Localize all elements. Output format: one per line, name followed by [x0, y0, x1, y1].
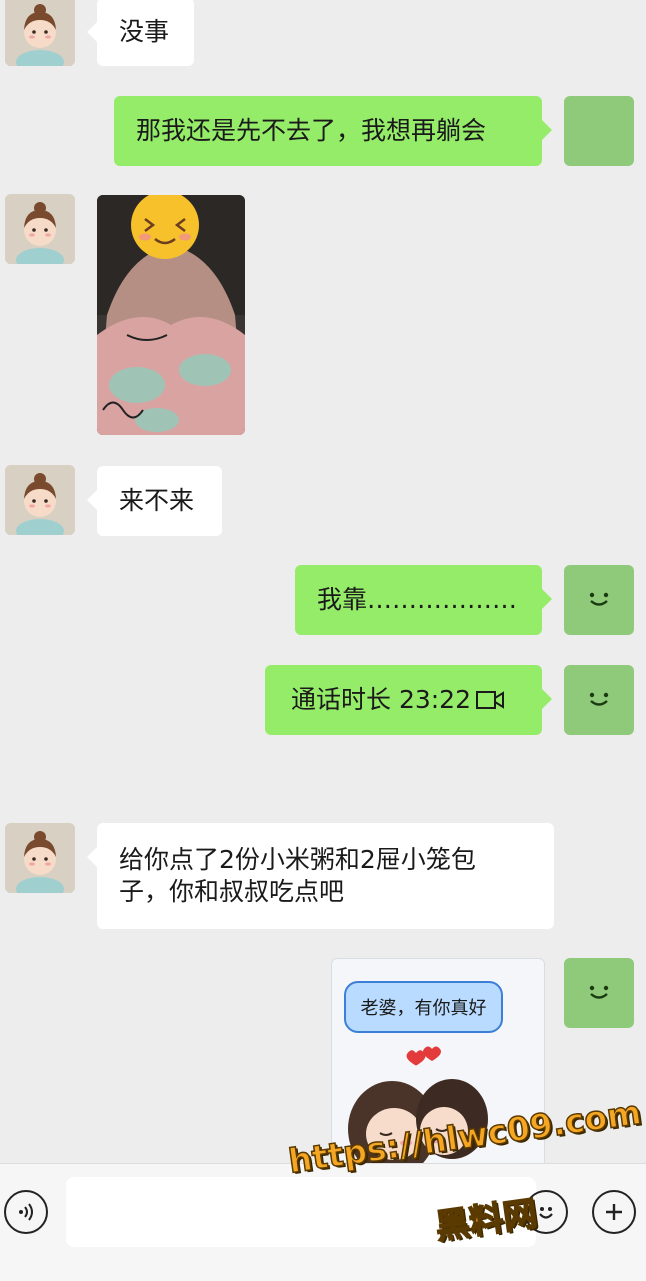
message-bubble[interactable]: 来不来 — [87, 466, 222, 536]
call-record-bubble[interactable]: 通话时长 23:22 — [265, 665, 552, 735]
message-bubble[interactable]: 那我还是先不去了，我想再躺会 — [114, 96, 552, 166]
message-text: 我靠……………… — [317, 584, 518, 614]
message-text: 来不来 — [119, 485, 195, 515]
voice-icon[interactable] — [4, 1190, 48, 1234]
smile-icon — [589, 985, 609, 999]
photo-message[interactable] — [97, 195, 245, 435]
message-text: 没事 — [119, 16, 170, 46]
contact-avatar[interactable] — [5, 465, 75, 535]
my-avatar[interactable] — [564, 958, 634, 1028]
message-bubble[interactable]: 没事 — [87, 0, 194, 66]
plus-icon[interactable] — [592, 1190, 636, 1234]
my-avatar[interactable] — [564, 565, 634, 635]
smile-icon — [589, 692, 609, 706]
video-call-icon — [475, 689, 505, 711]
contact-avatar[interactable] — [5, 0, 75, 66]
my-avatar[interactable] — [564, 96, 634, 166]
message-text-line: 给你点了2份小米粥和2屉小笼包 — [119, 844, 476, 874]
message-bubble[interactable]: 我靠……………… — [295, 565, 552, 635]
my-avatar[interactable] — [564, 665, 634, 735]
sticker-text: 老婆，有你真好 — [360, 998, 487, 1019]
message-bubble[interactable]: 给你点了2份小米粥和2屉小笼包 子，你和叔叔吃点吧 — [87, 823, 554, 929]
message-text: 通话时长 23:22 — [291, 684, 471, 714]
message-text: 那我还是先不去了，我想再躺会 — [136, 115, 487, 145]
input-toolbar — [0, 1163, 646, 1281]
sticker-speech-bubble: 老婆，有你真好 — [344, 981, 503, 1033]
smile-icon — [589, 592, 609, 606]
message-text-line: 子，你和叔叔吃点吧 — [119, 877, 345, 906]
contact-avatar[interactable] — [5, 823, 75, 893]
contact-avatar[interactable] — [5, 194, 75, 264]
